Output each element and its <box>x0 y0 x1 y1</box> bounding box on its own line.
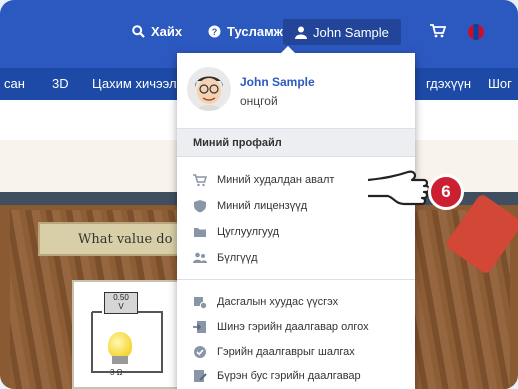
cart-icon <box>193 174 207 187</box>
voltmeter-unit: V <box>118 302 124 311</box>
menu-item-incomplete-homework[interactable]: Бүрэн бус гэрийн даалгавар <box>193 369 361 383</box>
section-title: Миний профайл <box>193 137 282 149</box>
menu-item-check-homework[interactable]: Гэрийн даалгаврыг шалгах <box>193 345 355 359</box>
voltmeter: 0.50 V <box>104 292 138 314</box>
shield-icon <box>194 200 206 213</box>
user-icon <box>295 26 307 39</box>
menu-item-label: Гэрийн даалгаврыг шалгах <box>217 346 355 358</box>
search-icon <box>132 25 145 38</box>
language-flag-icon[interactable] <box>468 24 484 40</box>
check-circle-icon <box>194 346 206 358</box>
question-text: What value do <box>78 232 173 247</box>
nav-item-lessons[interactable]: Цахим хичээл <box>92 76 177 91</box>
menu-item-purchases[interactable]: Миний худалдан авалт <box>193 173 334 187</box>
assign-icon <box>193 321 206 333</box>
edit-icon <box>194 370 207 382</box>
nav-item-3d[interactable]: 3D <box>52 76 69 91</box>
help-icon: ? <box>208 25 221 38</box>
menu-item-label: Дасгалын хуудас үүсгэх <box>217 296 339 308</box>
voltmeter-reading: 0.50 <box>113 293 129 302</box>
profile-role: онцгой <box>240 94 278 108</box>
profile-name[interactable]: John Sample <box>240 75 315 89</box>
app-window: Хайх ? Тусламж John Sample сан 3D Цахим … <box>0 0 518 389</box>
cart-icon <box>430 24 446 38</box>
worksheet-icon <box>194 297 207 309</box>
menu-item-create-worksheet[interactable]: Дасгалын хуудас үүсгэх <box>193 295 338 309</box>
folder-icon <box>194 228 206 237</box>
menu-item-label: Миний лицензүүд <box>217 200 308 212</box>
nav-item-1[interactable]: сан <box>4 76 25 91</box>
question-panel: What value do <box>38 222 198 256</box>
avatar <box>187 67 231 111</box>
help-button[interactable]: ? Тусламж <box>208 24 283 39</box>
user-menu-button[interactable]: John Sample <box>283 19 401 45</box>
menu-item-licenses[interactable]: Миний лицензүүд <box>193 199 307 213</box>
nav-item-4[interactable]: гдэхүүн <box>426 76 471 91</box>
search-button[interactable]: Хайх <box>132 24 182 39</box>
cart-button[interactable] <box>430 24 446 38</box>
menu-item-label: Бүлгүүд <box>217 252 258 264</box>
help-label: Тусламж <box>227 24 283 39</box>
bulb-base <box>112 356 128 364</box>
menu-item-groups[interactable]: Бүлгүүд <box>193 251 258 265</box>
bulb-icon <box>108 332 132 358</box>
menu-item-assign-homework[interactable]: Шинэ гэрийн даалгавар олгох <box>193 320 369 334</box>
nav-item-5[interactable]: Шог <box>488 76 512 91</box>
menu-item-collections[interactable]: Цуглуулгууд <box>193 225 279 239</box>
user-label: John Sample <box>313 24 389 40</box>
menu-item-label: Шинэ гэрийн даалгавар олгох <box>217 321 369 333</box>
user-dropdown-menu: John Sample онцгой Миний профайл Миний х… <box>177 46 415 389</box>
svg-text:?: ? <box>212 27 218 37</box>
menu-item-label: Цуглуулгууд <box>217 226 280 238</box>
bulb-label: 3 Ω <box>110 368 123 377</box>
step-badge: 6 <box>428 174 464 210</box>
menu-item-label: Бүрэн бус гэрийн даалгавар <box>217 370 361 382</box>
users-icon <box>193 252 207 263</box>
avatar-icon <box>187 67 231 111</box>
profile-section-header[interactable]: Миний профайл <box>177 128 415 157</box>
menu-divider <box>177 279 415 280</box>
menu-item-label: Миний худалдан авалт <box>217 174 335 186</box>
search-label: Хайх <box>151 24 183 39</box>
